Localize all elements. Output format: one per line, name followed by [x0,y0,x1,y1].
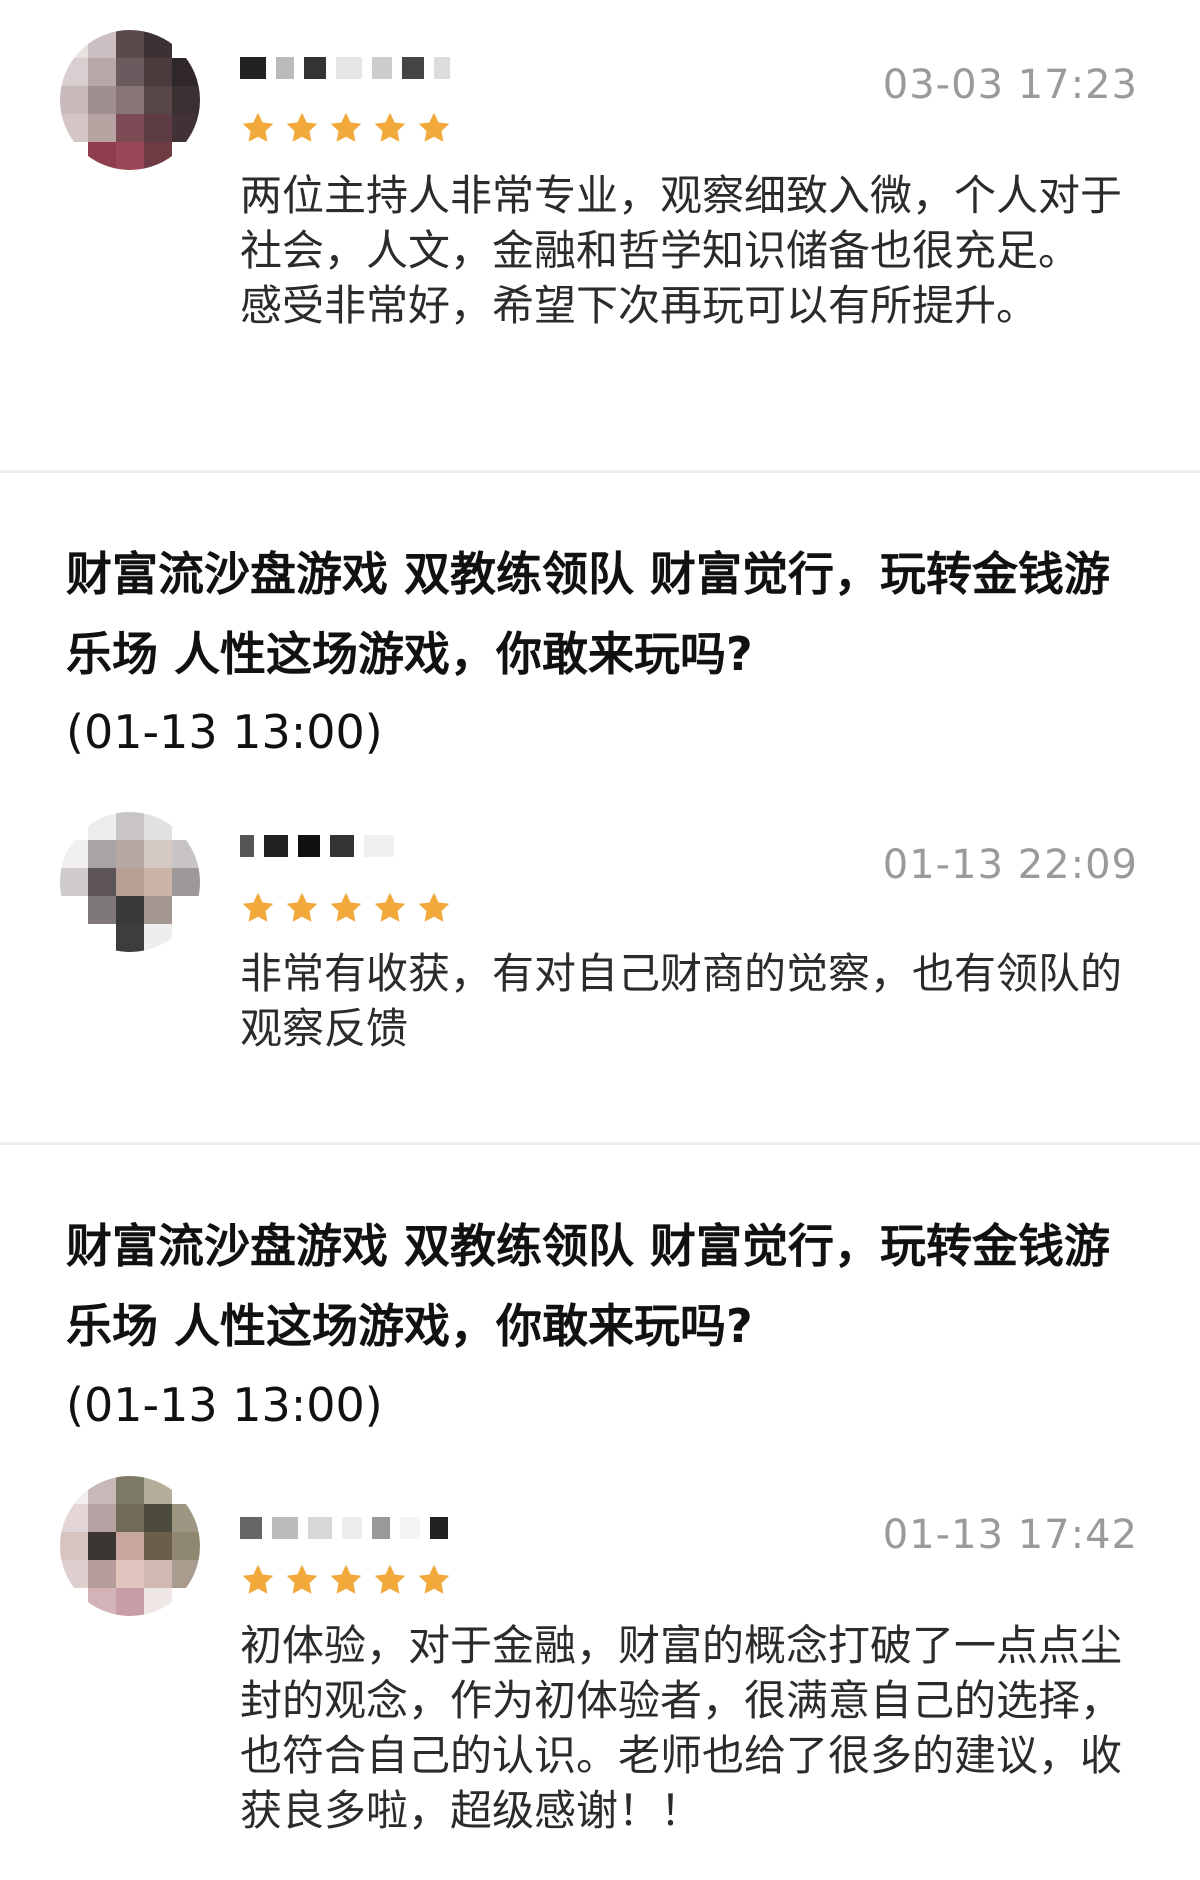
star-rating [240,890,452,926]
avatar[interactable] [60,30,200,170]
event-time: (01-13 13:00) [66,705,383,759]
star-icon [242,892,274,922]
star-icon [374,892,406,922]
review-text: 初体验，对于金融，财富的概念打破了一点点尘封的观念，作为初体验者，很满意自己的选… [240,1621,1123,1835]
review-timestamp: 03-03 17:23 [882,62,1138,108]
review-timestamp: 01-13 22:09 [882,842,1138,888]
divider [0,470,1200,473]
star-icon [242,1564,274,1594]
star-icon [418,1564,450,1594]
star-icon [330,892,362,922]
star-rating [240,1562,452,1598]
star-icon [330,1564,362,1594]
star-icon [286,1564,318,1594]
avatar[interactable] [60,812,200,952]
username-redacted[interactable] [240,826,394,866]
star-rating [240,110,452,146]
star-icon [242,112,274,142]
event-title[interactable]: 财富流沙盘游戏 双教练领队 财富觉行，玩转金钱游乐场 人性这场游戏，你敢来玩吗? [66,1206,1146,1366]
review-text: 非常有收获，有对自己财商的觉察，也有领队的观察反馈 [240,949,1123,1053]
star-icon [374,112,406,142]
star-icon [418,892,450,922]
avatar[interactable] [60,1476,200,1616]
star-icon [374,1564,406,1594]
star-icon [286,112,318,142]
divider [0,1142,1200,1145]
star-icon [286,892,318,922]
event-time: (01-13 13:00) [66,1378,383,1432]
review-timestamp: 01-13 17:42 [882,1512,1138,1558]
username-redacted[interactable] [240,48,450,88]
username-redacted[interactable] [240,1508,448,1548]
star-icon [418,112,450,142]
review-text: 两位主持人非常专业，观察细致入微，个人对于社会，人文，金融和哲学知识储备也很充足… [240,171,1123,330]
star-icon [330,112,362,142]
event-title[interactable]: 财富流沙盘游戏 双教练领队 财富觉行，玩转金钱游乐场 人性这场游戏，你敢来玩吗? [66,534,1146,694]
